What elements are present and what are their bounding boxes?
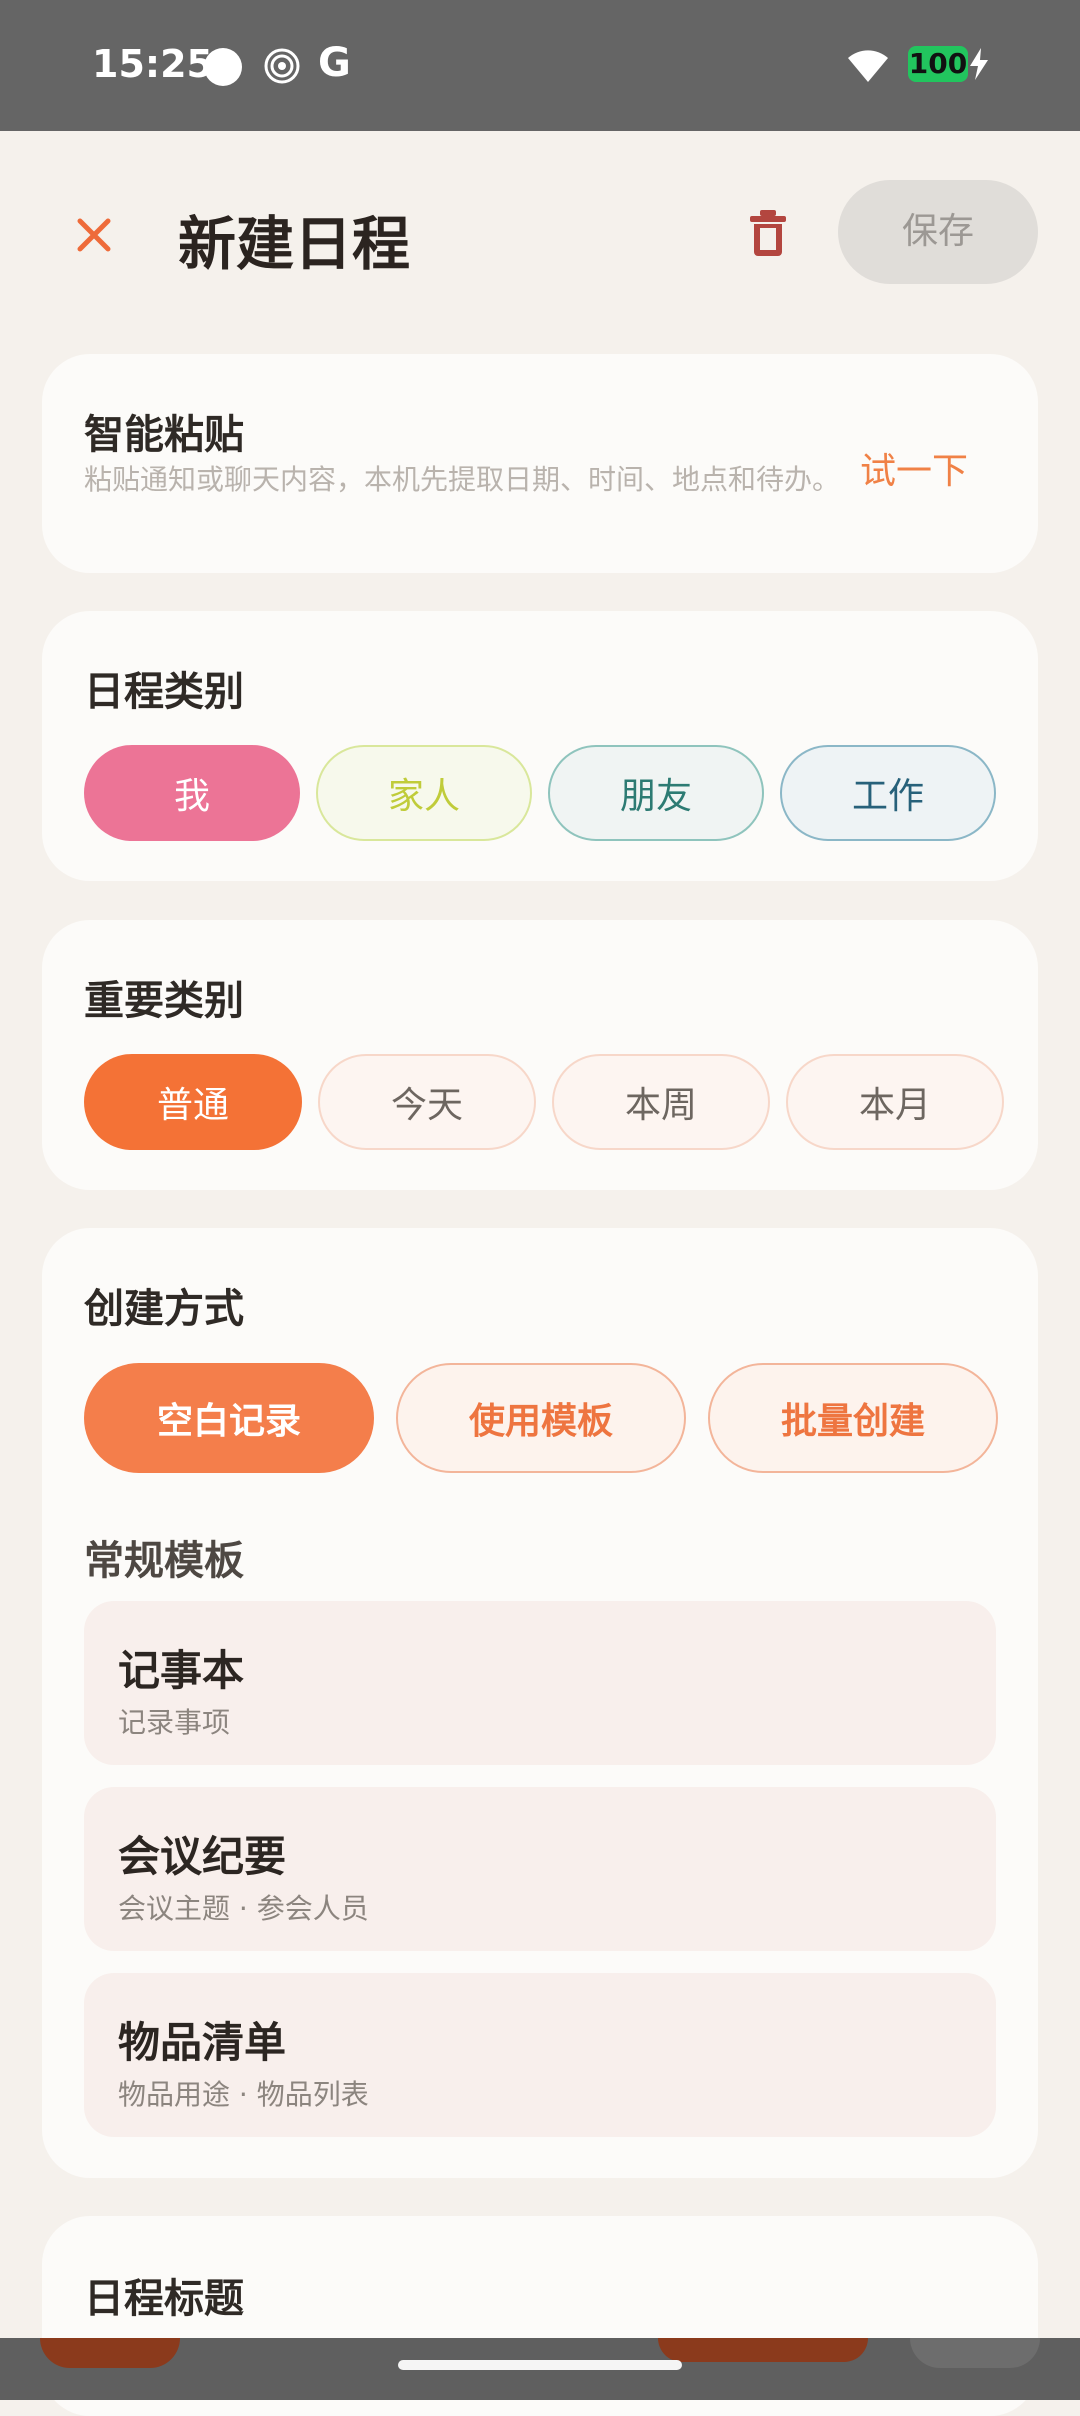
template-item-meeting[interactable]: 会议纪要 会议主题 · 参会人员 (84, 1787, 996, 1951)
template-item-notepad[interactable]: 记事本 记录事项 (84, 1601, 996, 1765)
category-chip-me[interactable]: 我 (84, 745, 300, 841)
importance-chip-week[interactable]: 本周 (552, 1054, 770, 1150)
template-subtitle: 会议主题 · 参会人员 (118, 1892, 369, 1925)
bottom-button-left[interactable] (40, 2338, 180, 2368)
importance-chip-normal[interactable]: 普通 (84, 1054, 302, 1150)
battery-icon: 100 (908, 46, 968, 82)
category-chip-friends[interactable]: 朋友 (548, 745, 764, 841)
category-chip-family[interactable]: 家人 (316, 745, 532, 841)
schedule-category-options: 我 家人 朋友 工作 (84, 745, 996, 841)
trash-icon[interactable] (746, 208, 790, 258)
template-item-checklist[interactable]: 物品清单 物品用途 · 物品列表 (84, 1973, 996, 2137)
circle-icon (204, 48, 242, 86)
template-subtitle: 记录事项 (118, 1706, 231, 1739)
importance-category-title: 重要类别 (84, 978, 244, 1024)
bottom-button-center[interactable] (658, 2338, 868, 2362)
importance-category-card: 重要类别 普通 今天 本周 本月 (42, 920, 1038, 1190)
template-subtitle: 物品用途 · 物品列表 (118, 2078, 369, 2111)
creation-mode-card: 创建方式 空白记录 使用模板 批量创建 常规模板 记事本 记录事项 会议纪要 会… (42, 1228, 1038, 2178)
creation-mode-options: 空白记录 使用模板 批量创建 (84, 1363, 998, 1473)
smart-paste-description: 粘贴通知或聊天内容，本机先提取日期、时间、地点和待办。 (84, 463, 841, 496)
templates-title: 常规模板 (84, 1538, 244, 1584)
importance-chip-month[interactable]: 本月 (786, 1054, 1004, 1150)
home-indicator[interactable] (398, 2360, 682, 2370)
importance-category-options: 普通 今天 本周 本月 (84, 1054, 1004, 1150)
template-title: 会议纪要 (118, 1832, 287, 1881)
mode-chip-template[interactable]: 使用模板 (396, 1363, 686, 1473)
creation-mode-title: 创建方式 (84, 1286, 244, 1332)
mode-chip-blank[interactable]: 空白记录 (84, 1363, 374, 1473)
header: 新建日程 保存 (0, 131, 1080, 341)
schedule-category-card: 日程类别 我 家人 朋友 工作 (42, 611, 1038, 881)
schedule-category-title: 日程类别 (84, 669, 244, 715)
template-title: 记事本 (118, 1646, 245, 1695)
save-button[interactable]: 保存 (838, 180, 1038, 284)
status-bar: 15:25 G 100 (0, 0, 1080, 131)
template-title: 物品清单 (118, 2018, 287, 2067)
category-chip-work[interactable]: 工作 (780, 745, 996, 841)
smart-paste-title: 智能粘贴 (84, 412, 244, 458)
mode-chip-batch[interactable]: 批量创建 (708, 1363, 998, 1473)
charging-icon (970, 48, 988, 80)
close-icon[interactable] (70, 211, 118, 259)
page-title: 新建日程 (178, 210, 411, 278)
importance-chip-today[interactable]: 今天 (318, 1054, 536, 1150)
wifi-icon (848, 50, 888, 82)
smart-paste-card: 智能粘贴 粘贴通知或聊天内容，本机先提取日期、时间、地点和待办。 试一下 (42, 354, 1038, 573)
schedule-title-label: 日程标题 (84, 2276, 244, 2322)
try-button[interactable]: 试一下 (860, 442, 968, 494)
google-icon: G (318, 40, 351, 86)
status-time: 15:25 (92, 42, 213, 86)
bottom-button-right[interactable] (910, 2338, 1040, 2368)
spiral-icon (264, 48, 300, 84)
